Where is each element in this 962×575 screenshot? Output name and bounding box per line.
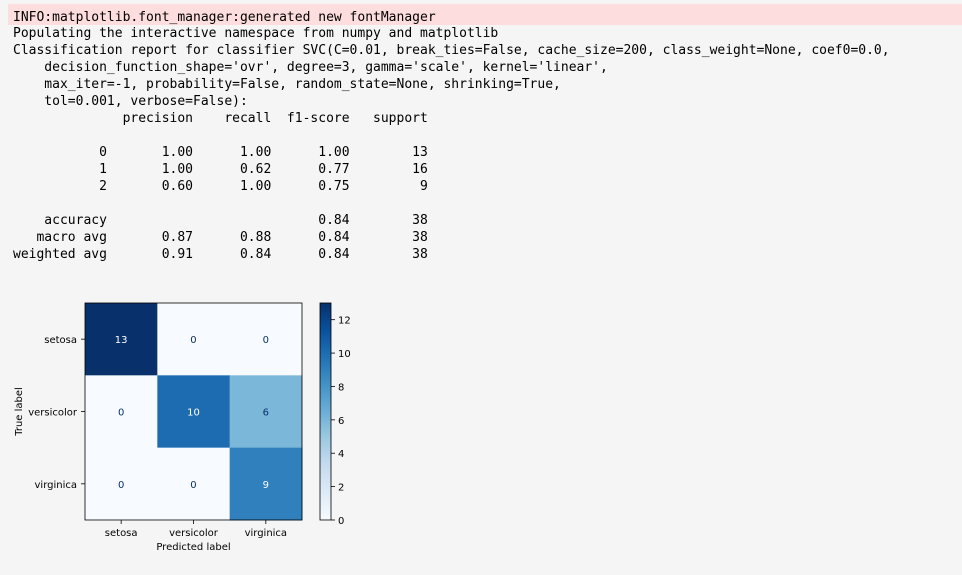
stdout-line: accuracy 0.84 38 <box>13 213 428 228</box>
stdout-line: 2 0.60 1.00 0.75 9 <box>13 179 428 194</box>
colorbar-tick-label: 8 <box>338 382 344 393</box>
cell-value-label: 13 <box>115 335 128 346</box>
y-tick-label: virginica <box>35 480 78 491</box>
cell-value-label: 0 <box>118 480 124 491</box>
colorbar-tick-label: 6 <box>338 416 344 427</box>
cell-value-label: 0 <box>263 335 269 346</box>
stdout-line: decision_function_shape='ovr', degree=3,… <box>13 60 608 75</box>
confusion-matrix-chart: 13 0 0 0 10 6 0 0 9 setosa versicolor virginica seto… <box>14 302 351 553</box>
colorbar <box>319 302 332 521</box>
stdout-line <box>13 127 890 144</box>
stdout-output: Populating the interactive namespace fro… <box>13 25 890 263</box>
x-tick-label: setosa <box>105 528 138 539</box>
stdout-line: Populating the interactive namespace fro… <box>13 26 499 41</box>
x-axis-label: Predicted label <box>156 542 230 553</box>
x-tick-label: versicolor <box>169 528 219 539</box>
cell-value-label: 6 <box>263 407 269 418</box>
colorbar-tick-label: 0 <box>338 516 344 527</box>
colorbar-tick-label: 2 <box>338 483 344 494</box>
cell-value-label: 9 <box>263 480 269 491</box>
stdout-line: 0 1.00 1.00 1.00 13 <box>13 145 428 160</box>
stdout-line: 1 1.00 0.62 0.77 16 <box>13 162 428 177</box>
cell-value-label: 10 <box>187 407 200 418</box>
y-tick-label: versicolor <box>28 407 78 418</box>
stderr-line: INFO:matplotlib.font_manager:generated n… <box>13 10 436 25</box>
y-tick-label: setosa <box>44 335 77 346</box>
colorbar-tick-label: 12 <box>338 316 351 327</box>
stderr-output: INFO:matplotlib.font_manager:generated n… <box>8 4 962 25</box>
stdout-line: precision recall f1-score support <box>13 111 428 126</box>
y-axis-label: True label <box>14 387 25 437</box>
stdout-line: max_iter=-1, probability=False, random_s… <box>13 77 561 92</box>
x-tick-label: virginica <box>245 528 288 539</box>
cell-value-label: 0 <box>190 335 196 346</box>
colorbar-tick-label: 10 <box>338 349 351 360</box>
stdout-line: tol=0.001, verbose=False): <box>13 94 248 109</box>
cell-value-label: 0 <box>190 480 196 491</box>
colorbar-tick-label: 4 <box>338 449 344 460</box>
stdout-line <box>13 195 890 212</box>
cell-value-label: 0 <box>118 407 124 418</box>
stdout-line: macro avg 0.87 0.88 0.84 38 <box>13 230 428 245</box>
stdout-line: weighted avg 0.91 0.84 0.84 38 <box>13 247 428 262</box>
confusion-matrix-figure: 13 0 0 0 10 6 0 0 9 setosa versicolor virginica seto… <box>0 290 400 571</box>
stdout-line: Classification report for classifier SVC… <box>13 43 890 58</box>
